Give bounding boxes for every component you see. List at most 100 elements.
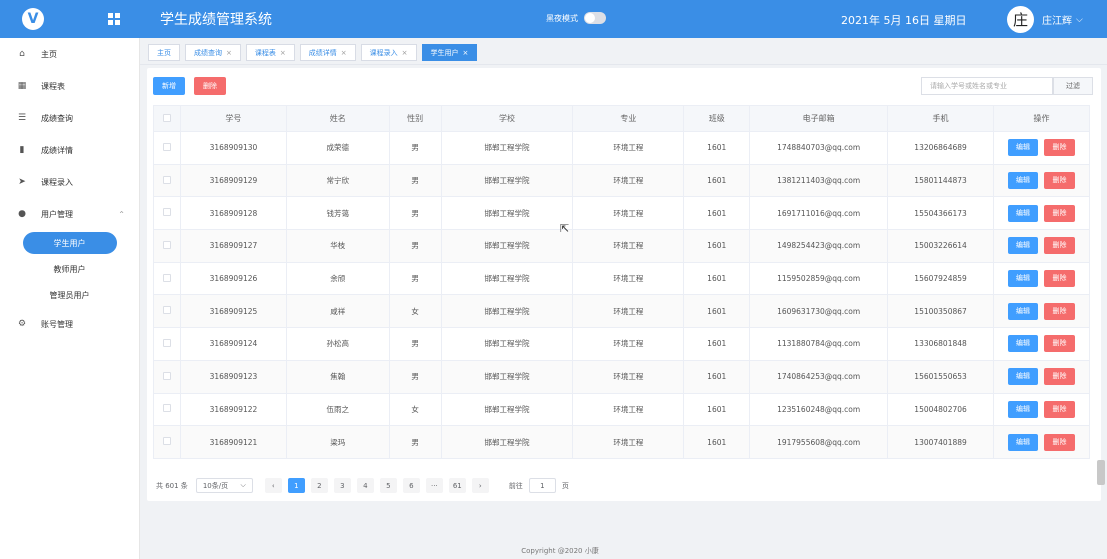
delete-button[interactable]: 删除 [1044, 139, 1075, 157]
avatar[interactable]: 庄 [1007, 6, 1034, 33]
tab-2[interactable]: 课程表 × [245, 44, 295, 61]
current-date: 2021年 5月 16日 星期日 [841, 14, 967, 27]
delete-button[interactable]: 删除 [1044, 237, 1075, 255]
sidebar-item-1[interactable]: ▦ 课程表 [0, 70, 139, 102]
tab-0[interactable]: 主页 [148, 44, 180, 61]
page-size-select[interactable]: 10条/页 ⌵ [195, 478, 253, 493]
delete-button[interactable]: 删除 [1044, 433, 1075, 451]
table-cell: 15504366173 [887, 196, 994, 231]
tab-5[interactable]: 学生用户 × [421, 44, 478, 61]
select-all-checkbox[interactable] [162, 113, 171, 122]
delete-button[interactable]: 删除 [1044, 400, 1075, 418]
prev-page-button[interactable]: ‹ [264, 478, 282, 493]
table-row: 3168909125 咸祥女邯郸工程学院 环境工程 1601 1609631730@qq… [153, 294, 1090, 329]
delete-button[interactable]: 删除 [1044, 368, 1075, 386]
close-icon[interactable]: × [402, 49, 408, 57]
tab-1[interactable]: 成绩查询 × [185, 44, 241, 61]
sidebar-item-0[interactable]: ⌂ 主页 [0, 38, 139, 70]
tab-divider [140, 64, 1107, 65]
row-checkbox[interactable] [162, 175, 171, 184]
sidebar-subitem-1[interactable]: 教师用户 [0, 256, 139, 282]
row-checkbox-cell [153, 327, 181, 361]
sidebar-item-4[interactable]: ➤ 课程录入 [0, 166, 139, 198]
user-menu[interactable]: 庄 庄江辉 ⌵ [1007, 6, 1083, 33]
table-cell: 环境工程 [572, 229, 685, 263]
table-cell: 邯郸工程学院 [440, 163, 574, 198]
row-checkbox[interactable] [162, 371, 171, 380]
user-name[interactable]: 庄江辉 [1042, 12, 1072, 27]
sidebar-item-6[interactable]: ⚙ 账号管理 [0, 308, 139, 340]
edit-button[interactable]: 编辑 [1008, 270, 1038, 288]
page-number[interactable]: 1 [287, 478, 305, 493]
goto-page-input[interactable]: 1 [528, 478, 556, 493]
delete-button[interactable]: 删除 [1044, 270, 1075, 288]
actions-cell: 编辑 删除 [993, 359, 1090, 394]
row-checkbox[interactable] [162, 142, 171, 151]
dark-mode-label: 黑夜模式 [546, 13, 578, 23]
chevron-up-icon[interactable]: ⌃ [118, 210, 125, 219]
next-page-button[interactable]: › [471, 478, 489, 493]
page-number[interactable]: 3 [333, 478, 351, 493]
close-icon[interactable]: × [226, 49, 232, 57]
row-checkbox[interactable] [162, 208, 171, 217]
table-cell: 男 [388, 327, 442, 361]
table-icon: ▦ [17, 81, 27, 91]
table-cell: 环境工程 [572, 327, 685, 361]
row-checkbox[interactable] [162, 240, 171, 249]
logo[interactable]: V [0, 0, 66, 38]
page-number[interactable]: 61 [448, 478, 466, 493]
delete-button[interactable]: 删除 [1044, 172, 1075, 190]
tab-3[interactable]: 成绩详情 × [299, 44, 356, 61]
scrollbar-handle[interactable] [1097, 460, 1105, 485]
filter-button[interactable]: 过滤 [1053, 77, 1093, 95]
row-checkbox[interactable] [162, 404, 171, 413]
menu-grid-icon[interactable] [108, 13, 120, 25]
batch-delete-button[interactable]: 删除 [194, 77, 226, 95]
tab-4[interactable]: 课程录入 × [360, 44, 417, 61]
close-icon[interactable]: × [280, 49, 286, 57]
edit-button[interactable]: 编辑 [1008, 335, 1038, 353]
delete-button[interactable]: 删除 [1044, 204, 1075, 222]
table-cell: 男 [388, 196, 442, 231]
search-input[interactable]: 请输入学号或姓名或专业 [921, 77, 1053, 95]
close-icon[interactable]: × [463, 49, 469, 57]
edit-button[interactable]: 编辑 [1008, 172, 1038, 190]
sidebar-item-2[interactable]: ☰ 成绩查询 [0, 102, 139, 134]
edit-button[interactable]: 编辑 [1008, 237, 1038, 255]
close-icon[interactable]: × [341, 49, 347, 57]
row-checkbox-cell [153, 196, 181, 231]
dark-mode-switch[interactable]: 黑夜模式 [546, 12, 606, 24]
delete-button[interactable]: 删除 [1044, 335, 1075, 353]
edit-button[interactable]: 编辑 [1008, 204, 1038, 222]
page-number[interactable]: 6 [402, 478, 420, 493]
delete-button[interactable]: 删除 [1044, 302, 1075, 320]
column-header: 电子邮箱 [749, 105, 889, 132]
row-checkbox[interactable] [162, 338, 171, 347]
app-title: 学生成绩管理系统 [160, 12, 272, 28]
table-cell: 15100350867 [887, 294, 994, 329]
sidebar: ⌂ 主页 ▦ 课程表 ☰ 成绩查询 ▮ 成绩详情 ➤ 课程录入 ● 用户管理 ⌃ 学生用户 教师用户 管理员用… [0, 38, 140, 559]
sidebar-item-3[interactable]: ▮ 成绩详情 [0, 134, 139, 166]
page-number[interactable]: 2 [310, 478, 328, 493]
page-number[interactable]: 5 [379, 478, 397, 493]
chevron-down-icon[interactable]: ⌵ [1076, 15, 1083, 25]
row-checkbox[interactable] [162, 273, 171, 282]
table-cell: 1601 [683, 163, 751, 198]
edit-button[interactable]: 编辑 [1008, 368, 1038, 386]
sidebar-item-label: 成绩详情 [41, 145, 73, 155]
add-button[interactable]: 新增 [153, 77, 185, 95]
select-all-checkbox-cell [153, 105, 181, 132]
edit-button[interactable]: 编辑 [1008, 302, 1038, 320]
edit-button[interactable]: 编辑 [1008, 433, 1038, 451]
sidebar-subitem-0[interactable]: 学生用户 [0, 230, 139, 256]
row-checkbox[interactable] [162, 437, 171, 446]
edit-button[interactable]: 编辑 [1008, 139, 1038, 157]
page-number[interactable]: ··· [425, 478, 443, 493]
edit-button[interactable]: 编辑 [1008, 400, 1038, 418]
sidebar-subitem-2[interactable]: 管理员用户 [0, 282, 139, 308]
page-number[interactable]: 4 [356, 478, 374, 493]
table-cell: 1601 [683, 392, 751, 427]
sidebar-item-5[interactable]: ● 用户管理 ⌃ [0, 198, 139, 230]
dark-mode-toggle[interactable] [584, 12, 606, 24]
row-checkbox[interactable] [162, 306, 171, 315]
